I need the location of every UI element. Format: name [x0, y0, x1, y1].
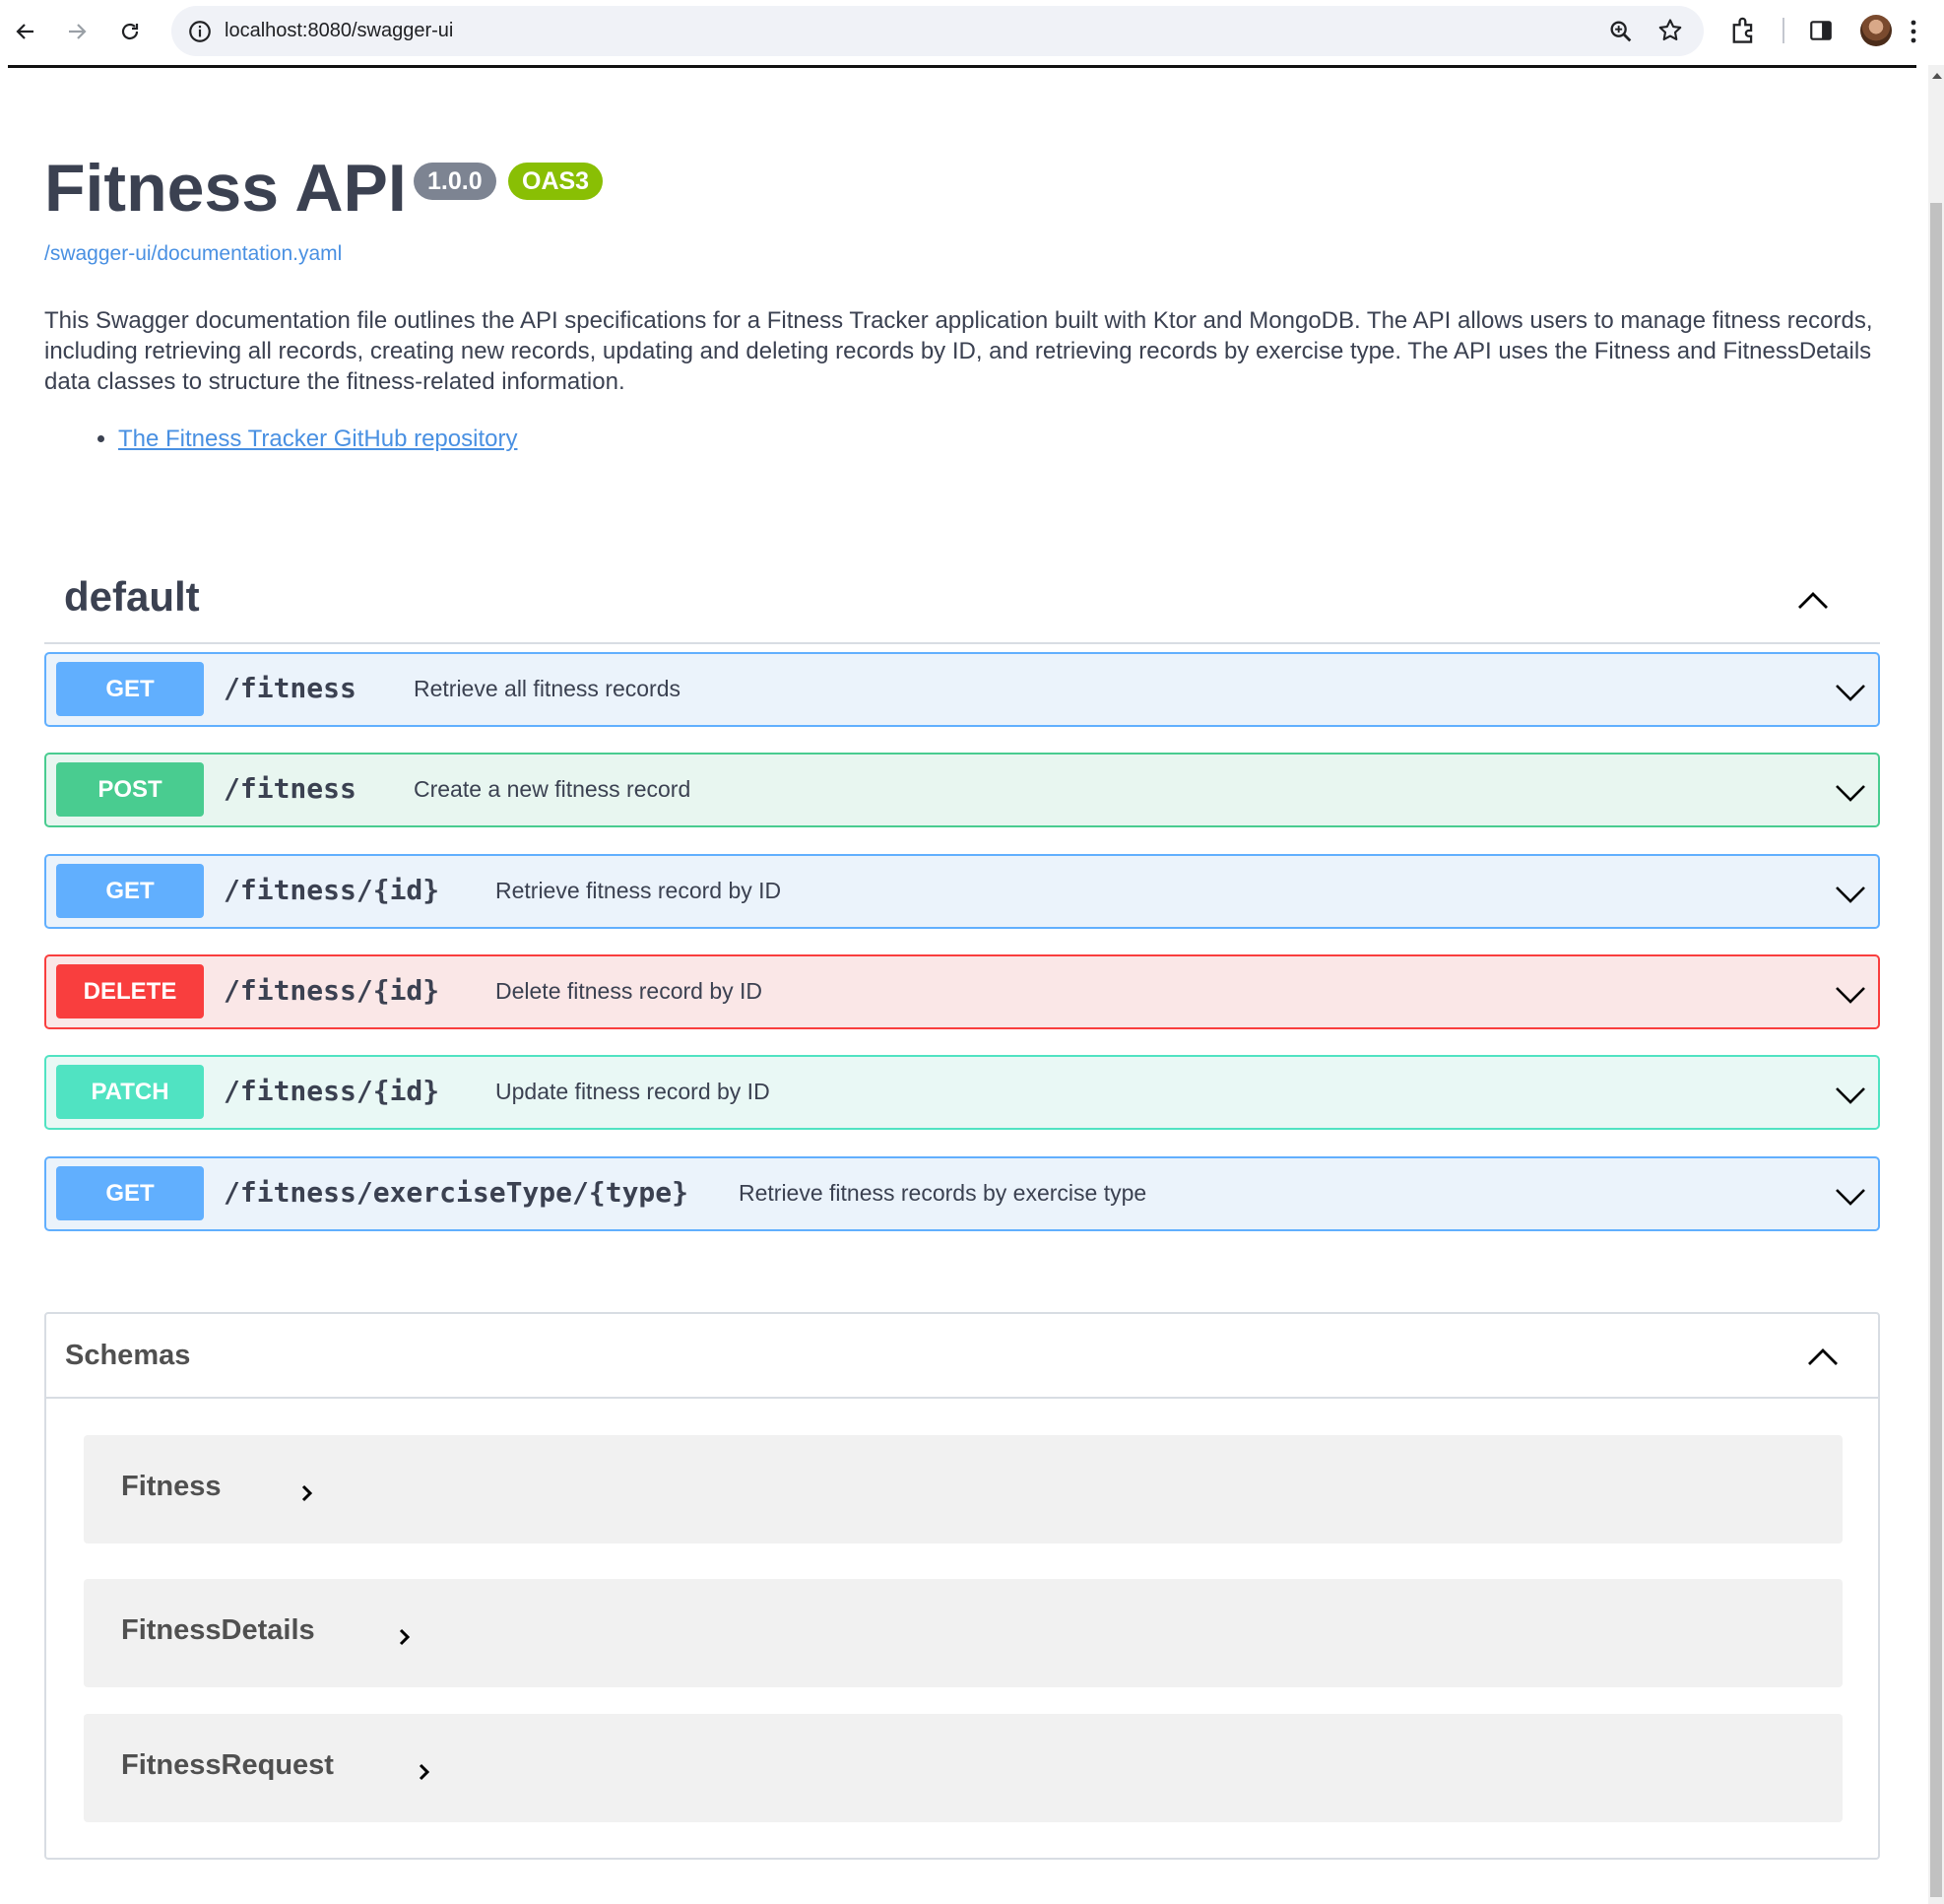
- operation-path: /fitness: [224, 772, 356, 805]
- chevron-up-icon[interactable]: [1803, 1338, 1843, 1377]
- side-panel-icon[interactable]: [1808, 18, 1834, 43]
- operation-path: /fitness/exerciseType/{type}: [224, 1176, 689, 1209]
- operation-summary: Retrieve fitness record by ID: [495, 878, 782, 903]
- schema-model-fitnessdetails[interactable]: FitnessDetails: [84, 1579, 1843, 1687]
- operation-get-fitness-by-id[interactable]: GET /fitness/{id} Retrieve fitness recor…: [44, 854, 1880, 929]
- scroll-thumb[interactable]: [1930, 203, 1942, 1897]
- profile-avatar[interactable]: [1860, 15, 1892, 46]
- operation-get-fitness-by-type[interactable]: GET /fitness/exerciseType/{type} Retriev…: [44, 1156, 1880, 1231]
- schemas-title: Schemas: [65, 1340, 191, 1371]
- schema-model-fitness[interactable]: Fitness: [84, 1435, 1843, 1543]
- list-item: The Fitness Tracker GitHub repository: [118, 426, 517, 453]
- toolbar-divider: [8, 65, 1916, 68]
- address-bar[interactable]: localhost:8080/swagger-ui: [171, 6, 1704, 56]
- github-repo-link[interactable]: The Fitness Tracker GitHub repository: [118, 426, 517, 452]
- operation-patch-fitness-by-id[interactable]: PATCH /fitness/{id} Update fitness recor…: [44, 1055, 1880, 1130]
- operation-post-fitness[interactable]: POST /fitness Create a new fitness recor…: [44, 753, 1880, 827]
- chevron-down-icon[interactable]: [1833, 1077, 1868, 1112]
- api-description: This Swagger documentation file outlines…: [44, 307, 1873, 395]
- chevron-down-icon[interactable]: [1833, 876, 1868, 911]
- chevron-down-icon[interactable]: [1833, 674, 1868, 709]
- operation-delete-fitness-by-id[interactable]: DELETE /fitness/{id} Delete fitness reco…: [44, 954, 1880, 1029]
- operation-path: /fitness/{id}: [224, 874, 440, 906]
- toolbar-separator: [1782, 18, 1784, 43]
- operation-summary: Retrieve all fitness records: [414, 676, 680, 701]
- star-icon[interactable]: [1656, 17, 1684, 44]
- method-badge: GET: [56, 1166, 204, 1220]
- chevron-down-icon[interactable]: [1833, 1178, 1868, 1214]
- page-scrollbar[interactable]: [1928, 65, 1944, 1904]
- api-title: Fitness API: [44, 151, 407, 226]
- operation-path: /fitness/{id}: [224, 1075, 440, 1107]
- schema-model-fitnessrequest[interactable]: FitnessRequest: [84, 1714, 1843, 1822]
- operation-get-fitness[interactable]: GET /fitness Retrieve all fitness record…: [44, 652, 1880, 727]
- browser-toolbar: localhost:8080/swagger-ui: [0, 0, 1944, 63]
- operation-summary: Create a new fitness record: [414, 776, 691, 802]
- tag-section-header[interactable]: default: [44, 559, 1880, 644]
- chevron-down-icon[interactable]: [1833, 774, 1868, 810]
- description-links: The Fitness Tracker GitHub repository: [118, 426, 517, 453]
- method-badge: PATCH: [56, 1065, 204, 1119]
- chevron-right-icon[interactable]: [396, 1626, 414, 1648]
- operation-summary: Update fitness record by ID: [495, 1079, 770, 1104]
- operation-path: /fitness: [224, 672, 356, 704]
- kebab-menu-icon[interactable]: [1909, 18, 1918, 45]
- version-badge: 1.0.0: [414, 163, 496, 200]
- url-text[interactable]: localhost:8080/swagger-ui: [225, 20, 453, 42]
- reload-button[interactable]: [112, 14, 148, 49]
- reload-icon: [121, 23, 139, 40]
- model-name: Fitness: [121, 1471, 222, 1502]
- forward-button[interactable]: [59, 14, 95, 49]
- operation-summary: Delete fitness record by ID: [495, 978, 763, 1004]
- schemas-section: Schemas Fitness FitnessDetails FitnessRe…: [44, 1312, 1880, 1860]
- model-name: FitnessDetails: [121, 1614, 315, 1646]
- model-name: FitnessRequest: [121, 1749, 334, 1781]
- schemas-header[interactable]: Schemas: [46, 1314, 1878, 1399]
- method-badge: DELETE: [56, 964, 204, 1018]
- chevron-right-icon[interactable]: [416, 1761, 433, 1783]
- tag-title: default: [64, 573, 200, 620]
- chevron-right-icon[interactable]: [298, 1482, 316, 1504]
- info-icon[interactable]: [187, 19, 213, 44]
- oas-badge: OAS3: [508, 163, 604, 200]
- method-badge: GET: [56, 864, 204, 918]
- extensions-icon[interactable]: [1729, 16, 1757, 45]
- method-badge: GET: [56, 662, 204, 716]
- operation-path: /fitness/{id}: [224, 974, 440, 1007]
- scroll-up-arrow[interactable]: [1932, 73, 1942, 79]
- method-badge: POST: [56, 762, 204, 817]
- zoom-icon[interactable]: [1607, 18, 1635, 45]
- back-arrow-icon: [16, 24, 33, 39]
- chevron-down-icon[interactable]: [1833, 976, 1868, 1012]
- back-button[interactable]: [8, 14, 43, 49]
- chevron-up-icon[interactable]: [1793, 581, 1833, 621]
- spec-url-link[interactable]: /swagger-ui/documentation.yaml: [44, 242, 342, 266]
- operation-summary: Retrieve fitness records by exercise typ…: [739, 1180, 1147, 1206]
- forward-arrow-icon: [69, 24, 87, 39]
